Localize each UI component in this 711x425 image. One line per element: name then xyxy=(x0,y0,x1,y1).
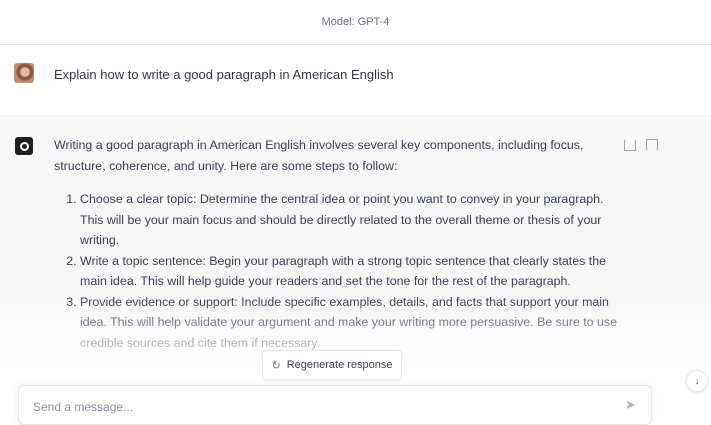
regenerate-label: Regenerate response xyxy=(286,359,393,371)
message-actions xyxy=(624,139,658,151)
thumb-up-icon[interactable] xyxy=(624,139,636,151)
user-message-text: Explain how to write a good paragraph in… xyxy=(54,67,394,82)
steps-list: Choose a clear topic: Determine the cent… xyxy=(54,189,619,353)
assistant-message-text: Writing a good paragraph in American Eng… xyxy=(54,135,619,353)
user-message-row: Explain how to write a good paragraph in… xyxy=(0,45,711,116)
user-avatar xyxy=(14,63,34,83)
send-icon[interactable]: ➤ xyxy=(625,398,639,412)
model-header: Model: GPT-4 xyxy=(0,0,711,45)
assistant-message-row: Writing a good paragraph in American Eng… xyxy=(0,115,711,380)
arrow-down-icon: ↓ xyxy=(694,375,700,387)
step-item: Choose a clear topic: Determine the cent… xyxy=(80,189,619,251)
regenerate-button[interactable]: ↻ Regenerate response xyxy=(262,350,402,380)
openai-logo-icon xyxy=(15,137,33,155)
scroll-down-button[interactable]: ↓ xyxy=(686,370,708,392)
model-label: Model: GPT-4 xyxy=(321,16,390,28)
message-input[interactable] xyxy=(31,395,595,419)
message-composer: ➤ xyxy=(18,385,652,425)
step-item: Write a topic sentence: Begin your parag… xyxy=(80,251,619,292)
refresh-icon: ↻ xyxy=(271,359,281,372)
thumb-down-icon[interactable] xyxy=(646,139,658,151)
step-item: Provide evidence or support: Include spe… xyxy=(80,292,619,354)
assistant-intro: Writing a good paragraph in American Eng… xyxy=(54,138,584,173)
